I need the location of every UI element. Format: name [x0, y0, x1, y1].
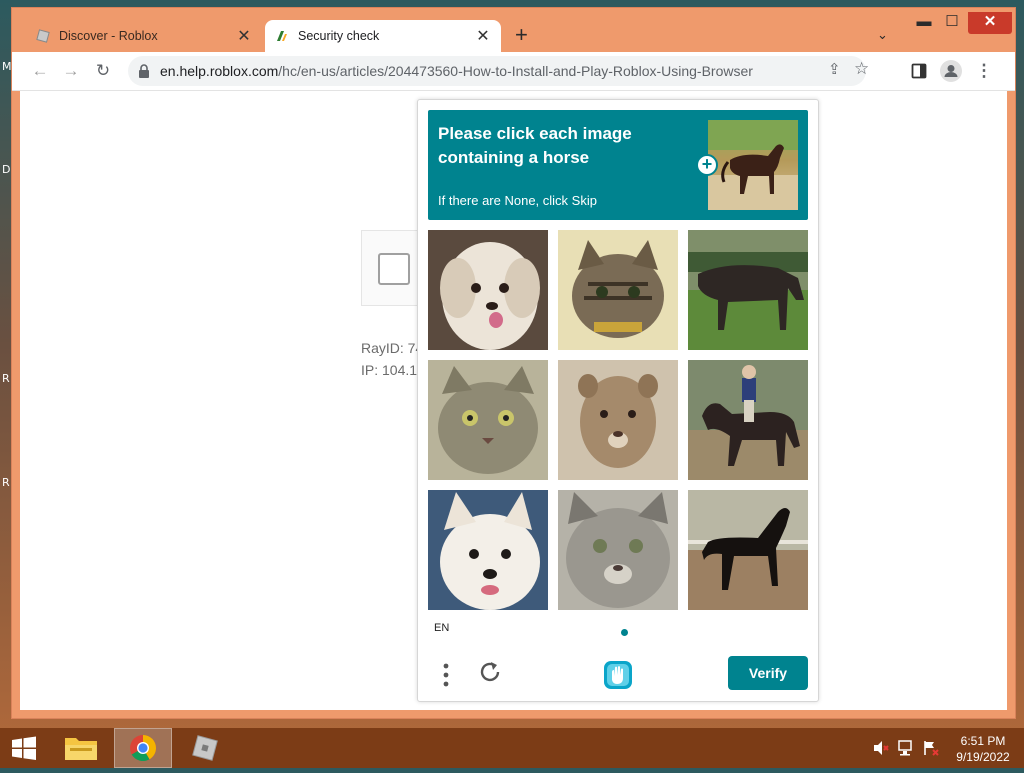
- bookmark-star-icon[interactable]: ☆: [854, 59, 869, 79]
- roblox-favicon-icon: [36, 29, 50, 43]
- desktop-icon-label: R: [2, 476, 10, 489]
- captcha-image-cat-tabby[interactable]: [428, 360, 548, 480]
- browser-window: Discover - Roblox ✕ Security check ✕ + ⌄…: [12, 8, 1015, 718]
- more-options-icon[interactable]: [438, 662, 454, 688]
- tab-discover-roblox[interactable]: Discover - Roblox ✕: [26, 20, 262, 52]
- hcaptcha-logo-icon[interactable]: [601, 658, 635, 692]
- prompt-subtitle: If there are None, click Skip: [438, 193, 597, 208]
- example-horse-image: [708, 120, 798, 210]
- plus-icon: +: [696, 154, 718, 176]
- desktop-icon-label: R: [2, 372, 10, 385]
- captcha-image-kitten-tabby[interactable]: [558, 230, 678, 350]
- tab-title: Discover - Roblox: [59, 29, 158, 43]
- refresh-challenge-icon[interactable]: [478, 660, 502, 684]
- captcha-image-horse-rider[interactable]: [688, 360, 808, 480]
- menu-kebab-icon[interactable]: ⋮: [973, 60, 995, 82]
- captcha-prompt: Please click each image containing a hor…: [428, 110, 808, 220]
- captcha-image-dog-white[interactable]: [428, 230, 548, 350]
- page-indicator-dot: [621, 629, 628, 636]
- chrome-icon: [130, 735, 157, 762]
- image-grid: [428, 230, 808, 610]
- window-close-button[interactable]: ✕: [968, 12, 1012, 34]
- side-panel-icon[interactable]: [908, 60, 930, 82]
- tab-search-chevron-down-icon[interactable]: ⌄: [877, 27, 888, 43]
- action-center-flag-icon[interactable]: [922, 740, 940, 756]
- minimize-icon[interactable]: ▬: [912, 12, 936, 34]
- human-checkbox[interactable]: [378, 253, 410, 285]
- clock-time: 6:51 PM: [960, 734, 1006, 748]
- folder-icon: [65, 738, 97, 760]
- tab-close-icon[interactable]: ✕: [475, 26, 491, 46]
- share-icon[interactable]: ⇪: [828, 60, 841, 78]
- network-icon[interactable]: [897, 740, 915, 756]
- captcha-dialog: Please click each image containing a hor…: [417, 99, 819, 702]
- start-button[interactable]: [0, 728, 48, 768]
- captcha-image-lion-cub[interactable]: [558, 360, 678, 480]
- url-text: en.help.roblox.com/hc/en-us/articles/204…: [160, 63, 753, 79]
- desktop-icon-label: D: [2, 163, 11, 176]
- taskbar-chrome[interactable]: [114, 728, 172, 768]
- captcha-footer: Verify: [418, 646, 818, 700]
- windows-logo-icon: [12, 736, 36, 760]
- browser-toolbar: ← → ↻ en.help.roblox.com/hc/en-us/articl…: [12, 52, 1015, 91]
- captcha-image-horse-grazing[interactable]: [688, 230, 808, 350]
- tab-strip: Discover - Roblox ✕ Security check ✕ + ⌄…: [12, 8, 1015, 52]
- forward-arrow-icon[interactable]: →: [60, 60, 82, 82]
- language-selector[interactable]: EN: [434, 622, 449, 634]
- system-clock[interactable]: 6:51 PM 9/19/2022: [948, 733, 1018, 765]
- desktop-icon-label: M: [2, 60, 12, 73]
- captcha-image-horse-black[interactable]: [688, 490, 808, 610]
- verify-button[interactable]: Verify: [728, 656, 808, 690]
- page-content: RayID: 74 IP: 104.19 Please click each i…: [20, 91, 1007, 710]
- address-bar[interactable]: en.help.roblox.com/hc/en-us/articles/204…: [128, 56, 869, 86]
- tab-title: Security check: [298, 29, 380, 43]
- captcha-image-lynx[interactable]: [558, 490, 678, 610]
- ray-id-text: RayID: 74: [361, 340, 424, 356]
- volume-muted-icon[interactable]: [872, 740, 890, 756]
- taskbar-file-explorer[interactable]: [52, 728, 110, 768]
- clock-date: 9/19/2022: [956, 750, 1010, 764]
- tab-close-icon[interactable]: ✕: [236, 26, 252, 46]
- back-arrow-icon[interactable]: ←: [29, 60, 51, 82]
- maximize-icon[interactable]: ☐: [940, 12, 964, 34]
- new-tab-button[interactable]: +: [515, 24, 528, 46]
- prompt-title: Please click each image containing a hor…: [438, 124, 632, 167]
- roblox-icon: [192, 735, 218, 761]
- ip-text: IP: 104.19: [361, 362, 425, 378]
- captcha-image-dog-white-2[interactable]: [428, 490, 548, 610]
- profile-avatar-icon[interactable]: [940, 60, 962, 82]
- taskbar: 6:51 PM 9/19/2022: [0, 728, 1024, 768]
- reload-icon[interactable]: ↻: [92, 60, 114, 82]
- lock-icon: [139, 64, 149, 78]
- tab-security-check[interactable]: Security check ✕: [265, 20, 501, 52]
- site-favicon-icon: [277, 31, 287, 41]
- taskbar-roblox[interactable]: [176, 728, 234, 768]
